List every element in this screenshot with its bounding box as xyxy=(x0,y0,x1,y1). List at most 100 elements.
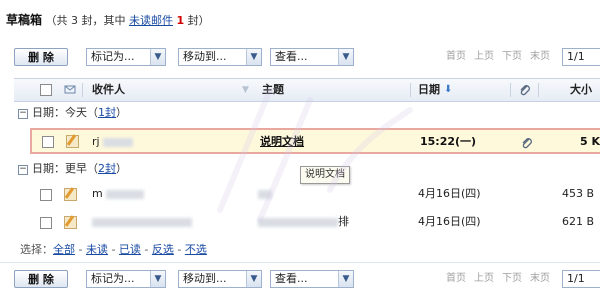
table-row[interactable]: 排 4月16日(四) 621 B xyxy=(14,210,600,234)
column-separator xyxy=(410,83,411,97)
mark-as-value: 标记为... xyxy=(91,272,135,285)
recipient-cell: m xyxy=(92,182,145,206)
group-today[interactable]: − 日期：今天（1封） xyxy=(18,104,127,122)
table-row[interactable]: rj 说明文档 15:22(一) 5 K xyxy=(30,128,600,154)
paperclip-icon xyxy=(520,130,534,154)
read-status-icon xyxy=(64,83,76,95)
pencil-icon xyxy=(66,135,79,148)
bottom-toolbar: 删 除 标记为... ▼ 移动到... ▼ 查看... ▼ 首页 上页 下页 末… xyxy=(0,266,600,292)
subject-column-header[interactable]: 主题 xyxy=(262,79,284,101)
column-separator xyxy=(510,83,511,97)
select-separator: - xyxy=(75,243,86,256)
redacted-text xyxy=(258,189,272,199)
pager-first[interactable]: 首页 xyxy=(446,48,466,66)
unread-mail-link[interactable]: 未读邮件 xyxy=(129,14,173,27)
recipient-cell xyxy=(92,210,192,234)
date-cell: 4月16日(四) xyxy=(418,215,481,228)
size-column-header[interactable]: 大小 xyxy=(570,79,592,101)
page-value: 1/1 xyxy=(567,272,585,285)
row-checkbox[interactable] xyxy=(40,217,52,229)
column-separator xyxy=(538,83,539,97)
recipient-text: rj xyxy=(92,135,100,148)
chevron-down-icon: ▼ xyxy=(246,49,261,65)
page-select[interactable]: 1/1 xyxy=(562,270,600,288)
pencil-icon xyxy=(64,216,77,229)
pager-prev[interactable]: 上页 xyxy=(474,48,494,66)
paperclip-icon xyxy=(518,83,532,97)
chevron-down-icon: ▼ xyxy=(338,49,353,65)
column-header: 收件人 ▼ 主题 日期 ⬇ 大小 xyxy=(14,78,600,102)
collapse-icon[interactable]: − xyxy=(18,165,28,175)
select-all-checkbox[interactable] xyxy=(40,84,52,96)
table-row[interactable]: m 4月16日(四) 453 B xyxy=(14,182,600,206)
pager-last[interactable]: 末页 xyxy=(530,270,550,288)
pager-prev[interactable]: 上页 xyxy=(474,270,494,288)
row-checkbox[interactable] xyxy=(40,189,52,201)
group-label: 日期：今天（ xyxy=(32,106,98,119)
collapse-icon[interactable]: − xyxy=(18,109,28,119)
group-earlier[interactable]: − 日期：更早（2封） xyxy=(18,160,127,178)
group-count-link[interactable]: 1封 xyxy=(98,106,116,119)
column-separator xyxy=(82,83,83,97)
select-label: 选择： xyxy=(20,243,53,256)
subject-cell[interactable] xyxy=(258,182,272,206)
top-toolbar: 删 除 标记为... ▼ 移动到... ▼ 查看... ▼ 首页 上页 下页 末… xyxy=(0,44,600,70)
delete-button[interactable]: 删 除 xyxy=(14,270,68,288)
select-unread-link[interactable]: 未读 xyxy=(86,243,108,256)
size-cell: 5 K xyxy=(580,135,600,148)
select-separator: - xyxy=(107,243,119,256)
move-to-value: 移动到... xyxy=(183,272,227,285)
group-label-end: ） xyxy=(116,106,127,119)
pager-next[interactable]: 下页 xyxy=(502,48,522,66)
pager-last[interactable]: 末页 xyxy=(530,48,550,66)
pager-first[interactable]: 首页 xyxy=(446,270,466,288)
folder-title-bar: 草稿箱 （共 3 封，其中 未读邮件 1 封） xyxy=(6,10,210,30)
select-separator: - xyxy=(173,243,185,256)
select-none-link[interactable]: 不选 xyxy=(185,243,207,256)
date-cell: 15:22(一) xyxy=(420,135,477,148)
view-select[interactable]: 查看... ▼ xyxy=(270,270,354,288)
redacted-text xyxy=(258,217,338,227)
chevron-down-icon: ▼ xyxy=(150,271,165,287)
count-prefix: （共 3 封，其中 xyxy=(45,14,126,27)
page-select[interactable]: 1/1 xyxy=(562,48,600,66)
sort-arrow-icon: ▼ xyxy=(242,85,249,95)
date-cell: 4月16日(四) xyxy=(418,187,481,200)
view-value: 查看... xyxy=(275,50,308,63)
select-invert-link[interactable]: 反选 xyxy=(152,243,174,256)
mark-as-select[interactable]: 标记为... ▼ xyxy=(86,48,166,66)
view-select[interactable]: 查看... ▼ xyxy=(270,48,354,66)
redacted-text xyxy=(92,217,192,227)
pager-next[interactable]: 下页 xyxy=(502,270,522,288)
recipient-cell: rj xyxy=(92,130,134,154)
mark-as-select[interactable]: 标记为... ▼ xyxy=(86,270,166,288)
recipient-column-header[interactable]: 收件人 xyxy=(92,79,125,101)
redacted-text xyxy=(106,189,145,199)
date-column-header[interactable]: 日期 xyxy=(418,79,440,101)
row-checkbox[interactable] xyxy=(42,136,54,148)
arrow-down-icon: ⬇ xyxy=(444,84,453,95)
delete-button[interactable]: 删 除 xyxy=(14,48,68,66)
select-all-link[interactable]: 全部 xyxy=(53,243,75,256)
chevron-down-icon: ▼ xyxy=(150,49,165,65)
folder-name: 草稿箱 xyxy=(6,13,43,27)
chevron-down-icon: ▼ xyxy=(338,271,353,287)
move-to-value: 移动到... xyxy=(183,50,227,63)
move-to-select[interactable]: 移动到... ▼ xyxy=(178,48,262,66)
size-cell: 453 B xyxy=(562,187,595,200)
view-value: 查看... xyxy=(275,272,308,285)
group-count-link[interactable]: 2封 xyxy=(98,162,116,175)
subject-cell[interactable]: 排 xyxy=(258,210,349,234)
subject-link[interactable]: 说明文档 xyxy=(260,130,304,154)
count-suffix: 封） xyxy=(187,14,210,27)
chevron-down-icon: ▼ xyxy=(246,271,261,287)
move-to-select[interactable]: 移动到... ▼ xyxy=(178,270,262,288)
select-separator: - xyxy=(140,243,152,256)
mark-as-value: 标记为... xyxy=(91,50,135,63)
subject-text: 排 xyxy=(338,215,349,228)
select-read-link[interactable]: 已读 xyxy=(119,243,141,256)
divider xyxy=(0,262,600,263)
select-bar: 选择：全部 - 未读 - 已读 - 反选 - 不选 xyxy=(20,242,207,258)
unread-count: 1 xyxy=(176,14,185,27)
page-value: 1/1 xyxy=(567,50,585,63)
